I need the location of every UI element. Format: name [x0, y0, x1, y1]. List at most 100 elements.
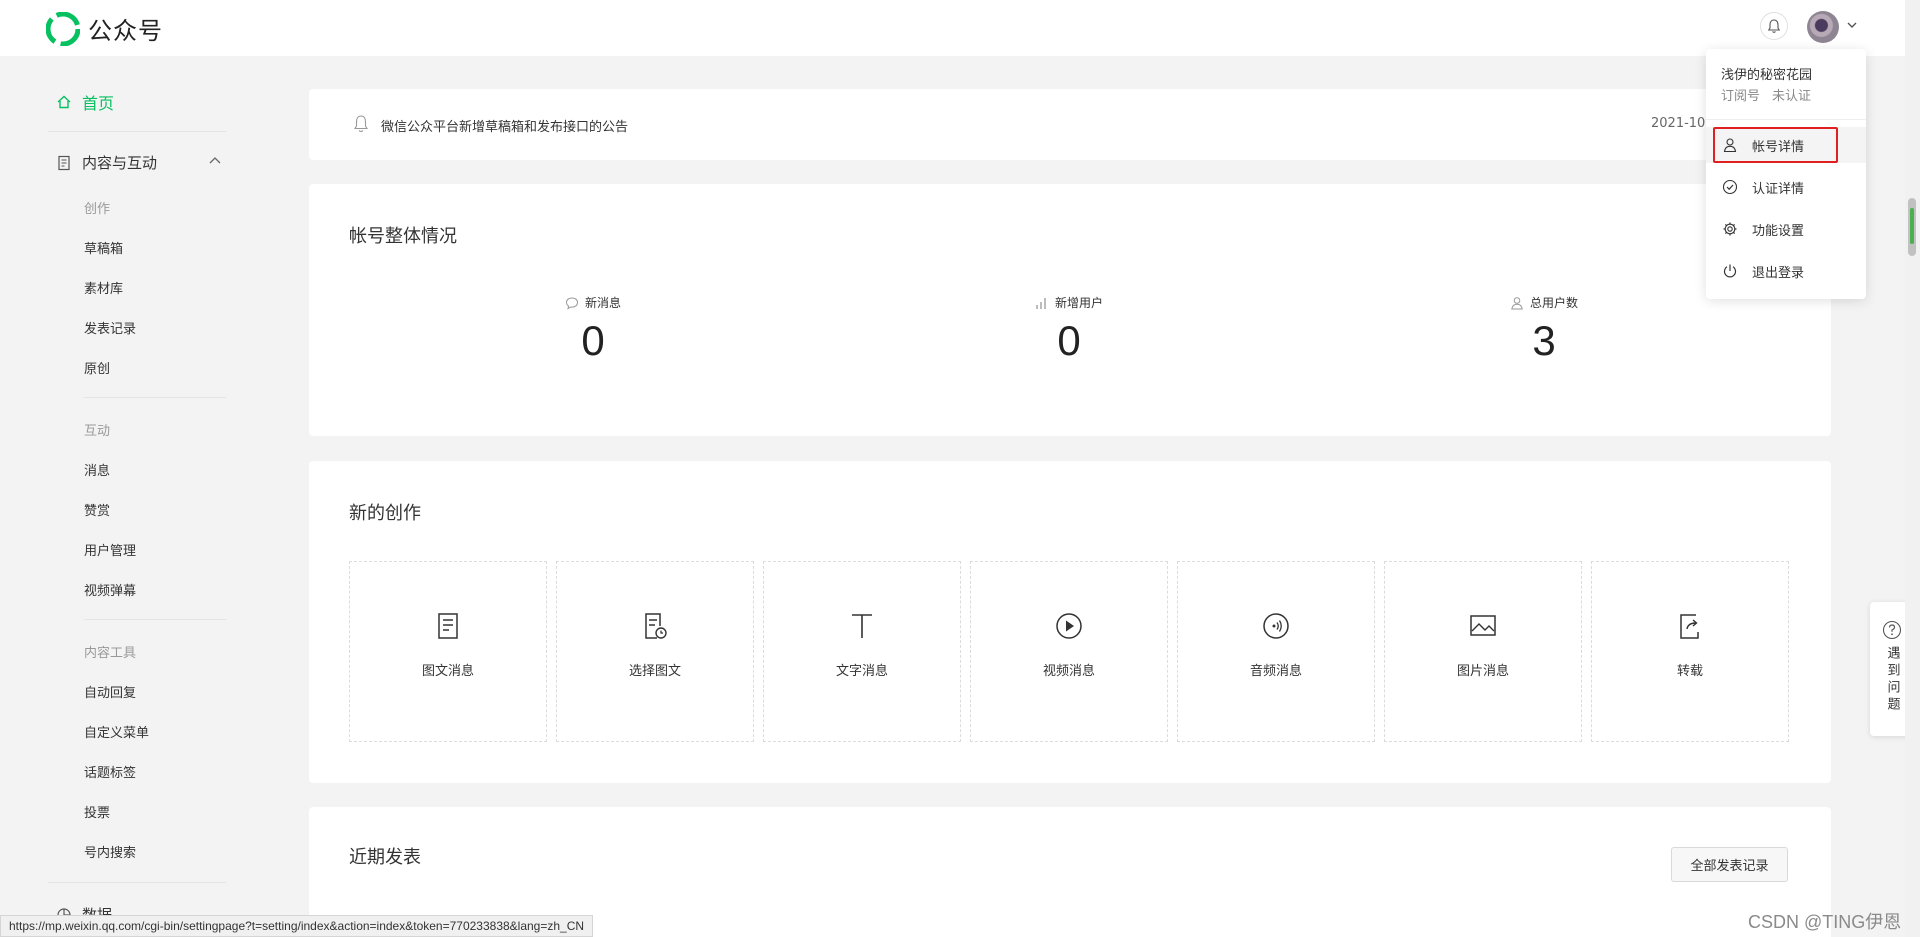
gear-icon	[1723, 222, 1737, 236]
section-title-creation: 创作	[84, 202, 111, 217]
sidebar-item-topic-tags[interactable]: 话题标签	[84, 762, 136, 781]
divider	[1706, 119, 1866, 120]
power-icon	[1723, 264, 1737, 278]
sidebar-item-original[interactable]: 原创	[84, 358, 110, 377]
stat-label: 新增用户	[1054, 296, 1103, 310]
create-item-label: 转载	[1676, 664, 1703, 679]
create-audio-button[interactable]: 音频消息	[1177, 561, 1375, 742]
sidebar-group-label: 内容与互动	[82, 154, 158, 172]
sidebar-item-rewards[interactable]: 赞赏	[84, 500, 110, 519]
check-circle-icon	[1722, 179, 1738, 195]
create-article-button[interactable]: 图文消息	[349, 561, 547, 742]
announcement-date: 2021-10	[1651, 116, 1706, 131]
stat-total-users[interactable]: 总用户数 3	[1444, 294, 1644, 365]
avatar[interactable]	[1807, 11, 1839, 43]
page-scrollbar[interactable]	[1905, 0, 1920, 937]
menu-item-logout[interactable]: 退出登录	[1706, 253, 1866, 289]
top-bar: 公众号	[0, 0, 1905, 56]
sidebar-item-messages[interactable]: 消息	[84, 460, 110, 479]
create-item-label: 视频消息	[1042, 664, 1095, 679]
new-creation-card: 新的创作 图文消息 选择图文 文字消息 视频消息 音频消息 图片消息 转载	[309, 461, 1831, 783]
card-title: 近期发表	[349, 847, 421, 868]
stat-new-messages[interactable]: 新消息 0	[493, 294, 693, 365]
chevron-up-icon[interactable]	[208, 154, 222, 168]
section-title-tools: 内容工具	[84, 646, 137, 661]
sidebar-group-content[interactable]: 内容与互动	[56, 152, 221, 173]
all-publish-records-button[interactable]: 全部发表记录	[1671, 847, 1788, 882]
create-text-button[interactable]: 文字消息	[763, 561, 961, 742]
highlight-annotation	[1713, 127, 1838, 163]
bell-icon	[1767, 19, 1781, 33]
create-image-button[interactable]: 图片消息	[1384, 561, 1582, 742]
user-icon	[1511, 296, 1523, 309]
document-icon	[58, 155, 70, 170]
menu-item-label: 退出登录	[1752, 265, 1805, 281]
create-video-button[interactable]: 视频消息	[970, 561, 1168, 742]
scrollbar-thumb[interactable]	[1908, 198, 1916, 256]
sidebar-item-label: 首页	[82, 94, 115, 113]
sidebar-item-materials[interactable]: 素材库	[84, 278, 123, 297]
home-icon	[57, 95, 71, 109]
section-title-interaction: 互动	[84, 424, 111, 439]
account-name: 浅伊的秘密花园	[1721, 68, 1813, 83]
announcement-link[interactable]: 微信公众平台新增草稿箱和发布接口的公告	[381, 116, 628, 135]
create-item-label: 音频消息	[1249, 664, 1302, 679]
stat-new-users[interactable]: 新增用户 0	[969, 294, 1169, 365]
help-label: 遇到问题	[1884, 646, 1900, 714]
bar-chart-icon	[1036, 297, 1046, 309]
image-icon	[1470, 615, 1496, 636]
wechat-official-logo-icon	[46, 11, 80, 46]
document-icon	[438, 613, 458, 639]
text-icon	[852, 614, 872, 638]
card-title: 帐号整体情况	[349, 226, 457, 247]
stat-value: 3	[1532, 317, 1556, 364]
sidebar-item-publish-records[interactable]: 发表记录	[84, 318, 136, 337]
app-name: 公众号	[88, 17, 163, 45]
chat-bubble-icon	[565, 296, 578, 309]
sidebar-item-user-management[interactable]: 用户管理	[84, 540, 136, 559]
create-item-label: 图片消息	[1456, 664, 1509, 679]
sidebar-item-search[interactable]: 号内搜索	[84, 842, 136, 861]
sidebar-item-home[interactable]: 首页	[56, 90, 114, 114]
menu-item-function-settings[interactable]: 功能设置	[1706, 211, 1866, 247]
sidebar-item-custom-menu[interactable]: 自定义菜单	[84, 722, 149, 741]
stat-value: 0	[581, 317, 605, 364]
divider	[84, 619, 226, 620]
question-icon	[1882, 620, 1902, 640]
select-document-icon	[645, 613, 667, 639]
repost-button[interactable]: 转载	[1591, 561, 1789, 742]
announcement-card: 微信公众平台新增草稿箱和发布接口的公告 2021-10	[309, 89, 1831, 160]
stat-label: 新消息	[584, 296, 621, 310]
sidebar-item-auto-reply[interactable]: 自动回复	[84, 682, 136, 701]
sidebar: 首页 内容与互动 创作 草稿箱 素材库 发表记录 原创 互动 消息 赞赏 用户管…	[0, 56, 300, 937]
bell-icon	[354, 115, 368, 133]
card-title: 新的创作	[349, 503, 421, 524]
audio-icon	[1263, 613, 1289, 639]
sidebar-item-video-danmaku[interactable]: 视频弹幕	[84, 580, 136, 599]
menu-item-verification-details[interactable]: 认证详情	[1706, 169, 1866, 205]
notification-button[interactable]	[1760, 12, 1788, 40]
sidebar-item-vote[interactable]: 投票	[84, 802, 110, 821]
divider	[48, 882, 226, 883]
select-article-button[interactable]: 选择图文	[556, 561, 754, 742]
menu-item-label: 认证详情	[1752, 181, 1805, 197]
watermark: CSDN @TING伊恩	[1748, 912, 1902, 932]
create-item-label: 文字消息	[835, 664, 888, 679]
account-type: 订阅号	[1721, 89, 1761, 104]
chevron-down-icon[interactable]	[1846, 19, 1858, 31]
verify-status: 未认证	[1772, 89, 1812, 104]
logo[interactable]: 公众号	[46, 11, 163, 46]
stat-label: 总用户数	[1529, 296, 1578, 310]
repost-icon	[1680, 614, 1699, 639]
menu-item-label: 功能设置	[1752, 223, 1805, 239]
account-overview-card: 帐号整体情况 新消息 0 新增用户 0 总用户数 3	[309, 184, 1831, 436]
stat-value: 0	[1057, 317, 1081, 364]
create-item-label: 图文消息	[421, 664, 474, 679]
sidebar-item-drafts[interactable]: 草稿箱	[84, 238, 123, 257]
browser-status-url: https://mp.weixin.qq.com/cgi-bin/setting…	[0, 915, 594, 937]
account-dropdown-menu: 浅伊的秘密花园 订阅号 未认证 帐号详情 认证详情 功能设置 退出登录	[1706, 49, 1866, 299]
divider	[48, 131, 226, 132]
create-item-label: 选择图文	[628, 664, 681, 679]
play-icon	[1056, 613, 1082, 639]
divider	[84, 397, 226, 398]
